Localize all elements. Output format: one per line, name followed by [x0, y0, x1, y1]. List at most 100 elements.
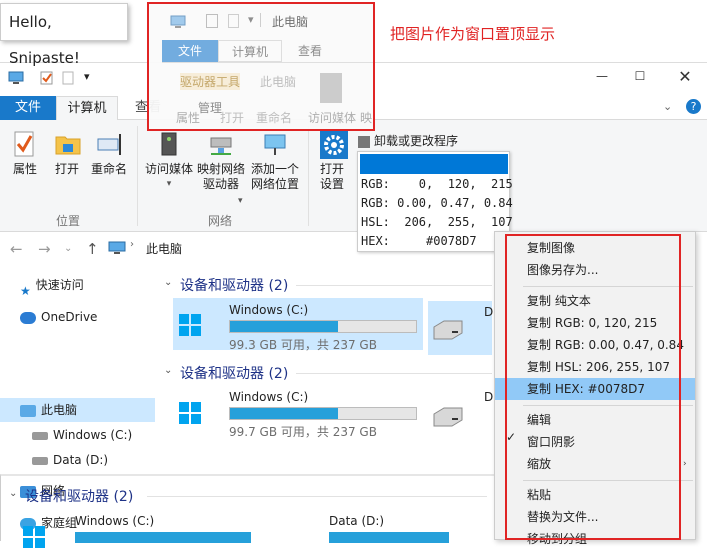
add-network-location-button[interactable]: 添加一个 网络位置	[248, 130, 302, 192]
nav-this-pc[interactable]: 此电脑	[20, 399, 77, 421]
open-settings-label-1: 打开	[319, 162, 344, 176]
rgb-value: RGB: 0, 120, 215	[361, 177, 513, 191]
network-location-icon	[262, 130, 288, 158]
windows-logo-icon	[179, 402, 201, 424]
tab-computer[interactable]: 计算机	[56, 96, 118, 121]
windows-logo-icon	[179, 314, 201, 336]
drive2-name: Data (D:)	[329, 514, 385, 528]
hard-drive-icon	[432, 406, 464, 433]
drive2-usage-fill	[329, 532, 449, 543]
access-media-dropdown-icon[interactable]: ▾	[142, 177, 196, 192]
drive-name: Windows (C:)	[229, 303, 309, 317]
collapse-icon[interactable]: ⌄	[164, 277, 172, 288]
nav-onedrive-label: OneDrive	[41, 310, 98, 324]
nav-quick-access-label: 快速访问	[35, 278, 84, 292]
windows-logo-icon	[23, 526, 45, 548]
recent-dropdown-icon[interactable]: ⌄	[64, 243, 72, 254]
back-arrow-icon[interactable]: ←	[10, 240, 23, 258]
help-icon[interactable]: ?	[686, 99, 701, 114]
section-divider	[296, 285, 492, 286]
section-divider	[147, 496, 487, 497]
nav-onedrive[interactable]: OneDrive	[20, 306, 97, 328]
rename-icon	[96, 130, 122, 158]
maximize-button[interactable]: ☐	[630, 69, 650, 87]
nav-this-pc-label: 此电脑	[41, 403, 78, 417]
quick-access-dropdown[interactable]: ▾	[84, 70, 90, 83]
section-title[interactable]: 设备和驱动器 (2)	[25, 486, 133, 506]
nav-windows-c-label: Windows (C:)	[53, 428, 133, 442]
settings-gear-icon	[319, 130, 348, 159]
properties-button[interactable]: 属性	[6, 130, 44, 177]
forward-arrow-icon[interactable]: →	[38, 240, 51, 258]
drive-usage-fill	[75, 532, 251, 543]
rename-label: 重命名	[90, 162, 127, 176]
tab-file[interactable]: 文件	[0, 96, 56, 120]
drive-usage-fill	[230, 408, 338, 419]
star-icon: ★	[20, 283, 31, 298]
drive-usage-bar	[229, 407, 417, 420]
minimize-button[interactable]: —	[592, 69, 612, 87]
drive-space: 99.3 GB 可用，共 237 GB	[229, 338, 377, 352]
nav-windows-c[interactable]: Windows (C:)	[32, 424, 132, 446]
drive-item-d[interactable]: D	[428, 301, 494, 355]
section-divider	[296, 373, 492, 374]
open-button[interactable]: 打开	[50, 130, 84, 177]
properties-label: 属性	[12, 162, 37, 176]
nav-data-d-label: Data (D:)	[53, 453, 109, 467]
submenu-arrow-icon: ›	[683, 459, 687, 469]
map-drive-dropdown-icon[interactable]: ▾	[238, 196, 243, 206]
annotation-text: 把图片作为窗口置顶显示	[390, 25, 556, 43]
map-drive-button[interactable]: 映射网络 驱动器	[196, 130, 246, 192]
ribbon-divider	[308, 126, 309, 226]
up-arrow-icon[interactable]: ↑	[86, 240, 99, 258]
drive-name: Windows (C:)	[229, 390, 309, 404]
highlight-frame	[147, 2, 375, 131]
access-media-button[interactable]: 访问媒体 ▾	[142, 130, 196, 192]
cloud-icon	[20, 311, 36, 324]
drive-d-label: D	[484, 305, 494, 319]
group-network-label: 网络	[208, 214, 233, 228]
open-settings-label-2: 设置	[319, 177, 344, 191]
open-settings-button[interactable]: 打开 设置	[312, 130, 352, 192]
hard-drive-icon	[432, 319, 464, 346]
drive-icon	[32, 456, 48, 465]
properties-icon	[12, 130, 38, 158]
drive-item-c[interactable]: Windows (C:) 99.7 GB 可用，共 237 GB	[173, 386, 423, 439]
access-media-label: 访问媒体	[144, 162, 193, 176]
section-title[interactable]: 设备和驱动器 (2)	[180, 275, 288, 295]
media-server-icon	[156, 130, 182, 158]
pinned-image-section: ⌄ 设备和驱动器 (2) Windows (C:) Data (D:)	[0, 474, 494, 548]
drive-usage-fill	[230, 321, 338, 332]
drive-d-label: D	[484, 390, 494, 404]
collapse-icon[interactable]: ⌄	[9, 488, 17, 499]
expand-ribbon-icon[interactable]: ⌄	[663, 100, 672, 113]
uninstall-button[interactable]: 卸载或更改程序	[358, 132, 458, 149]
drive-name: Windows (C:)	[75, 514, 155, 528]
address-path[interactable]: 此电脑	[146, 240, 182, 257]
hello-snip-window[interactable]: Hello, Snipaste!	[0, 3, 128, 67]
ribbon: 属性 打开 重命名 位置 访问媒体 ▾ 映射网络 驱动器 ▾ 添加一个 网络位置…	[0, 120, 707, 232]
hex-value: HEX: #0078D7	[361, 234, 477, 248]
ribbon-divider	[137, 126, 138, 226]
drive-icon	[32, 431, 48, 440]
section-title[interactable]: 设备和驱动器 (2)	[180, 363, 288, 383]
drive-usage-bar	[229, 320, 417, 333]
color-picker-tooltip: RGB: 0, 120, 215 RGB: 0.00, 0.47, 0.84 H…	[357, 151, 513, 252]
drive-item-c[interactable]: Windows (C:) 99.3 GB 可用，共 237 GB	[173, 298, 423, 352]
color-swatch	[360, 154, 508, 174]
rgb-float-value: RGB: 0.00, 0.47, 0.84	[361, 196, 513, 210]
nav-data-d[interactable]: Data (D:)	[32, 449, 108, 471]
rename-button[interactable]: 重命名	[88, 130, 130, 177]
group-location-label: 位置	[56, 214, 81, 228]
nav-quick-access[interactable]: ★ 快速访问	[20, 274, 84, 298]
breadcrumb-chevron-icon[interactable]: ›	[130, 239, 134, 250]
collapse-icon[interactable]: ⌄	[164, 365, 172, 376]
program-icon	[358, 135, 370, 148]
highlight-frame	[505, 234, 681, 540]
folder-icon	[54, 130, 81, 158]
close-button[interactable]: ✕	[675, 67, 695, 87]
map-drive-label-2: 驱动器	[202, 177, 239, 191]
add-location-label-2: 网络位置	[250, 177, 299, 191]
computer-icon	[20, 404, 36, 417]
add-location-label-1: 添加一个	[250, 162, 299, 176]
